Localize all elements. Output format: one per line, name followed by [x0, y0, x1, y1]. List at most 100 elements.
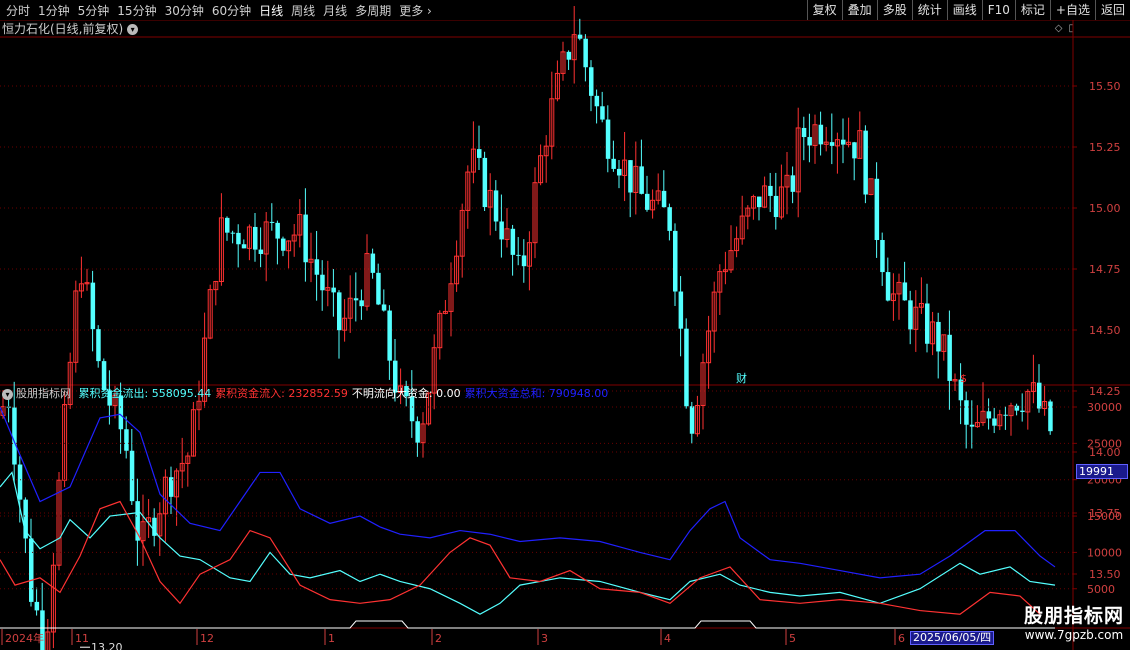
candle-body	[258, 249, 264, 254]
y-tick-label: 15.25	[1089, 141, 1121, 154]
date-label: 2	[435, 632, 442, 645]
candle-body	[96, 329, 101, 362]
candle-body	[885, 272, 891, 301]
candle-body	[387, 310, 392, 361]
chevron-down-icon[interactable]: ▾	[2, 388, 13, 400]
indicator-item: 不明流向大资金: 0.00	[351, 387, 461, 400]
candle-body	[17, 464, 23, 500]
dividend-marker: $	[960, 372, 967, 385]
candle-body	[577, 34, 583, 39]
candle-body	[225, 217, 230, 233]
candle-body	[1020, 410, 1025, 412]
y-tick-label: 30000	[1087, 401, 1122, 414]
candle-body	[768, 185, 773, 196]
candle-body	[331, 287, 336, 293]
candlestick-chart[interactable]: 15.5015.2515.0014.7514.5014.2514.0013.75…	[0, 0, 1130, 650]
indicator-item: 累积资金流出: 558095.44	[78, 387, 212, 400]
candle-body	[617, 168, 622, 176]
y-tick-label: 15.50	[1089, 80, 1121, 93]
candle-body	[376, 272, 381, 305]
candle-body	[29, 538, 34, 602]
candle-body	[415, 421, 420, 443]
candle-body	[902, 282, 908, 301]
date-label: 5	[789, 632, 796, 645]
candle-body	[605, 119, 611, 159]
date-label: 11	[75, 632, 89, 645]
candle-body	[874, 178, 880, 241]
low-label: 13.20	[91, 641, 123, 650]
date-label: 3	[541, 632, 548, 645]
date-label: 6	[898, 632, 905, 645]
candle-body	[359, 300, 364, 307]
candle-body	[589, 67, 594, 96]
indicator-item: 累积资金流入: 232852.59	[215, 387, 348, 400]
candle-body	[303, 214, 308, 263]
candle-body	[482, 157, 488, 208]
candle-body	[34, 601, 40, 611]
date-label: 2024年	[5, 631, 44, 645]
candle-body	[908, 300, 913, 330]
candle-body	[566, 51, 572, 60]
candle-body	[1003, 414, 1008, 416]
candle-body	[829, 142, 835, 146]
y-tick-label: 15.00	[1089, 202, 1121, 215]
candle-body	[129, 450, 135, 502]
candle-body	[370, 253, 376, 273]
indicator-name: 股朋指标网	[16, 387, 71, 400]
date-label: 1	[328, 632, 335, 645]
candle-body	[986, 411, 992, 419]
candle-body	[689, 406, 695, 434]
date-label: 4	[664, 632, 671, 645]
date-label: 12	[200, 632, 214, 645]
candle-body	[801, 127, 807, 138]
candle-body	[880, 240, 885, 273]
candle-body	[611, 158, 616, 169]
candle-body	[236, 232, 241, 245]
candle-body	[337, 292, 342, 331]
y-tick-label: 13.50	[1089, 568, 1121, 581]
candle-body	[269, 221, 275, 223]
candle-body	[521, 255, 527, 267]
candle-body	[253, 226, 258, 250]
candle-body	[678, 291, 684, 329]
candle-body	[510, 228, 516, 255]
candle-body	[628, 160, 633, 193]
unknown-capital-line	[0, 620, 1055, 629]
candle-body	[124, 429, 129, 451]
candle-body	[661, 190, 667, 208]
candle-body	[947, 334, 952, 381]
candle-body	[493, 190, 499, 222]
candle-body	[667, 207, 672, 231]
candle-body	[12, 407, 17, 465]
candle-body	[600, 106, 605, 120]
candle-body	[673, 230, 678, 292]
candle-body	[807, 137, 812, 146]
candle-body	[964, 400, 969, 425]
y-tick-label: 14.50	[1089, 324, 1121, 337]
candle-body	[925, 303, 930, 344]
candle-body	[852, 142, 857, 159]
y-tick-label: 14.75	[1089, 263, 1121, 276]
candle-body	[275, 222, 280, 239]
candle-body	[936, 321, 941, 352]
candle-body	[281, 238, 286, 251]
candle-body	[684, 328, 689, 407]
y-tick-label: 5000	[1087, 583, 1115, 596]
candle-body	[992, 418, 997, 426]
indicator-item: 累积大资金总和: 790948.00	[464, 387, 609, 400]
y-tick-label: 10000	[1087, 546, 1122, 559]
candle-body	[1037, 382, 1042, 409]
candle-body	[477, 149, 482, 158]
candle-body	[969, 424, 975, 427]
current-date-tag: 2025/06/05/四	[910, 631, 995, 645]
finance-marker: 财	[736, 371, 747, 385]
y-tick-label: 14.25	[1089, 385, 1121, 398]
candle-body	[639, 166, 644, 194]
capital-outflow-line	[0, 471, 1056, 615]
indicator-legend: ▾ 股朋指标网 累积资金流出: 558095.44 累积资金流入: 232852.5…	[2, 387, 616, 401]
candle-body	[499, 221, 504, 240]
candle-body	[1014, 405, 1020, 411]
candle-body	[818, 124, 824, 145]
candle-body	[863, 130, 868, 195]
candle-body	[583, 38, 588, 68]
